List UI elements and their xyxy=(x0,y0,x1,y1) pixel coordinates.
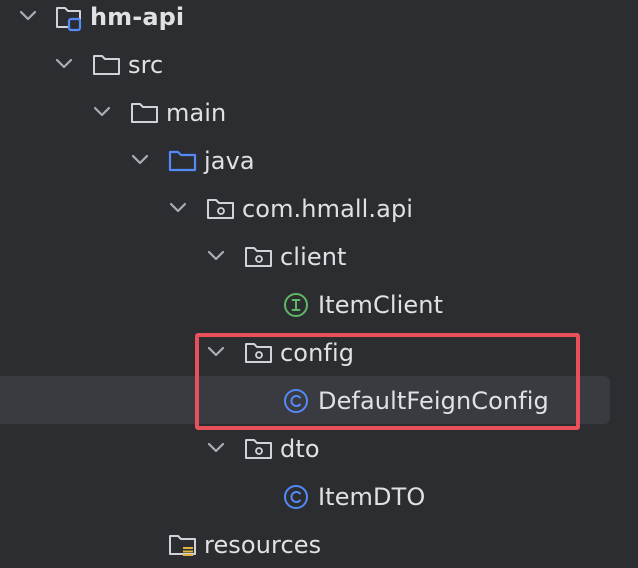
resources-folder-icon xyxy=(168,521,196,568)
folder-icon xyxy=(92,41,120,89)
class-icon xyxy=(283,473,311,521)
tree-row-client[interactable]: client xyxy=(0,233,638,281)
tree-row-main[interactable]: main xyxy=(0,89,638,137)
tree-label: java xyxy=(204,147,255,175)
tree-row-resources[interactable]: resources xyxy=(0,521,638,568)
chevron-down-icon[interactable] xyxy=(55,41,75,89)
tree-label: ItemClient xyxy=(318,291,444,319)
chevron-down-icon[interactable] xyxy=(19,0,39,41)
tree-label: resources xyxy=(204,531,322,559)
chevron-down-icon[interactable] xyxy=(93,89,113,137)
package-icon xyxy=(206,185,234,233)
package-icon xyxy=(244,425,272,473)
tree-label: src xyxy=(128,51,164,79)
tree-row-item-client[interactable]: ItemClient xyxy=(0,281,638,329)
source-root-folder-icon xyxy=(168,137,197,185)
chevron-down-icon[interactable] xyxy=(169,185,189,233)
tree-row-hm-api[interactable]: hm-api xyxy=(0,0,638,41)
annotation-highlight-box xyxy=(195,333,580,430)
tree-label: main xyxy=(166,99,227,127)
tree-label: com.hmall.api xyxy=(242,195,414,223)
tree-label: client xyxy=(280,243,347,271)
tree-row-java[interactable]: java xyxy=(0,137,638,185)
tree-label: dto xyxy=(280,435,320,463)
package-icon xyxy=(244,233,272,281)
tree-row-src[interactable]: src xyxy=(0,41,638,89)
chevron-down-icon[interactable] xyxy=(207,425,227,473)
tree-row-item-dto[interactable]: ItemDTO xyxy=(0,473,638,521)
chevron-down-icon[interactable] xyxy=(207,233,227,281)
chevron-down-icon[interactable] xyxy=(131,137,151,185)
project-tree: hm-api src main java com.hmall.api clien… xyxy=(0,0,638,568)
tree-row-package[interactable]: com.hmall.api xyxy=(0,185,638,233)
tree-label: hm-api xyxy=(90,3,185,31)
tree-row-dto[interactable]: dto xyxy=(0,425,638,473)
module-folder-icon xyxy=(55,0,83,41)
interface-icon xyxy=(283,281,311,329)
tree-label: ItemDTO xyxy=(318,483,426,511)
folder-icon xyxy=(130,89,158,137)
